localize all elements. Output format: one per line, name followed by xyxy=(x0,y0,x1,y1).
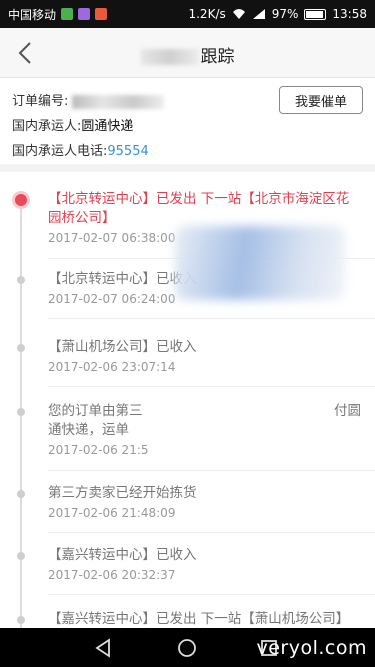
page-title: 跟踪 xyxy=(0,42,375,67)
carrier-name: 中国移动 xyxy=(8,7,57,22)
watermark-text: veryol.com xyxy=(256,637,367,659)
app-notification-icon xyxy=(61,8,74,20)
timeline-time: 2017-02-07 06:24:00 xyxy=(48,292,176,306)
carrier-label: 国内承运人: xyxy=(12,119,82,134)
timeline-dot xyxy=(17,408,25,416)
timeline-dot xyxy=(17,490,25,498)
clock: 13:58 xyxy=(332,7,367,21)
timeline-text: 您的订单由第三 xyxy=(48,403,143,419)
order-info-card: 订单编号: 国内承运人:圆通快递 国内承运人电话:95554 我要催单 xyxy=(0,78,375,164)
timeline-dot xyxy=(17,344,25,352)
timeline-dot-active xyxy=(15,194,27,206)
timeline-text-tail: 付圆 xyxy=(334,403,361,419)
carrier-value: 圆通快递 xyxy=(81,119,134,134)
redacted-title-part xyxy=(140,49,199,65)
timeline-text: 【嘉兴转运中心】已收入 xyxy=(48,547,197,563)
battery-percent: 97% xyxy=(271,7,299,21)
divider xyxy=(48,386,375,387)
timeline-dot xyxy=(17,616,25,624)
nav-home-icon[interactable] xyxy=(176,637,198,659)
urge-order-button[interactable]: 我要催单 xyxy=(279,86,363,114)
nav-back-icon[interactable] xyxy=(92,637,114,659)
timeline-time: 2017-02-06 21:48:09 xyxy=(48,506,176,520)
status-bar: 中国移动 1.2K/s 97% 13:58 xyxy=(0,0,375,28)
divider xyxy=(48,532,375,533)
timeline-dot xyxy=(17,276,25,284)
network-speed: 1.2K/s xyxy=(188,7,226,21)
carrier-phone-link[interactable]: 95554 xyxy=(107,144,148,159)
divider xyxy=(48,594,375,595)
divider xyxy=(48,470,375,471)
timeline-text: 【北京转运中心】已发出 下一站【北京市海淀区花园桥公司】 xyxy=(48,191,350,226)
carrier-phone-row: 国内承运人电话:95554 xyxy=(12,140,149,159)
android-nav-bar: veryol.com xyxy=(0,628,375,667)
timeline-time: 2017-02-07 06:38:00 xyxy=(48,231,176,245)
app-notification-icon xyxy=(95,8,108,20)
timeline-text: 第三方卖家已经开始拣货 xyxy=(48,485,197,501)
signal-icon xyxy=(252,9,265,19)
timeline-text: 【嘉兴转运中心】已发出 下一站【萧山机场公司】 xyxy=(48,611,350,627)
timeline-text: 【萧山机场公司】已收入 xyxy=(48,339,197,355)
redaction-blur xyxy=(175,226,345,300)
redacted-order-number xyxy=(72,94,165,109)
order-number-row: 订单编号: xyxy=(12,90,165,109)
timeline-time: 2017-02-06 23:07:14 xyxy=(48,360,176,374)
battery-icon xyxy=(304,8,327,20)
order-number-label: 订单编号: xyxy=(12,94,69,109)
timeline-time: 2017-02-06 21:5 xyxy=(48,443,149,457)
timeline-text-line2: 通快递，运单 xyxy=(48,422,129,438)
wifi-icon xyxy=(232,9,245,19)
timeline-time: 2017-02-06 20:32:37 xyxy=(48,568,176,582)
nav-bar: 跟踪 xyxy=(0,28,375,78)
carrier-row: 国内承运人:圆通快递 xyxy=(12,115,133,134)
app-notification-icon xyxy=(78,8,91,20)
divider xyxy=(48,318,375,319)
timeline-dot xyxy=(17,552,25,560)
carrier-phone-label: 国内承运人电话: xyxy=(12,144,108,159)
